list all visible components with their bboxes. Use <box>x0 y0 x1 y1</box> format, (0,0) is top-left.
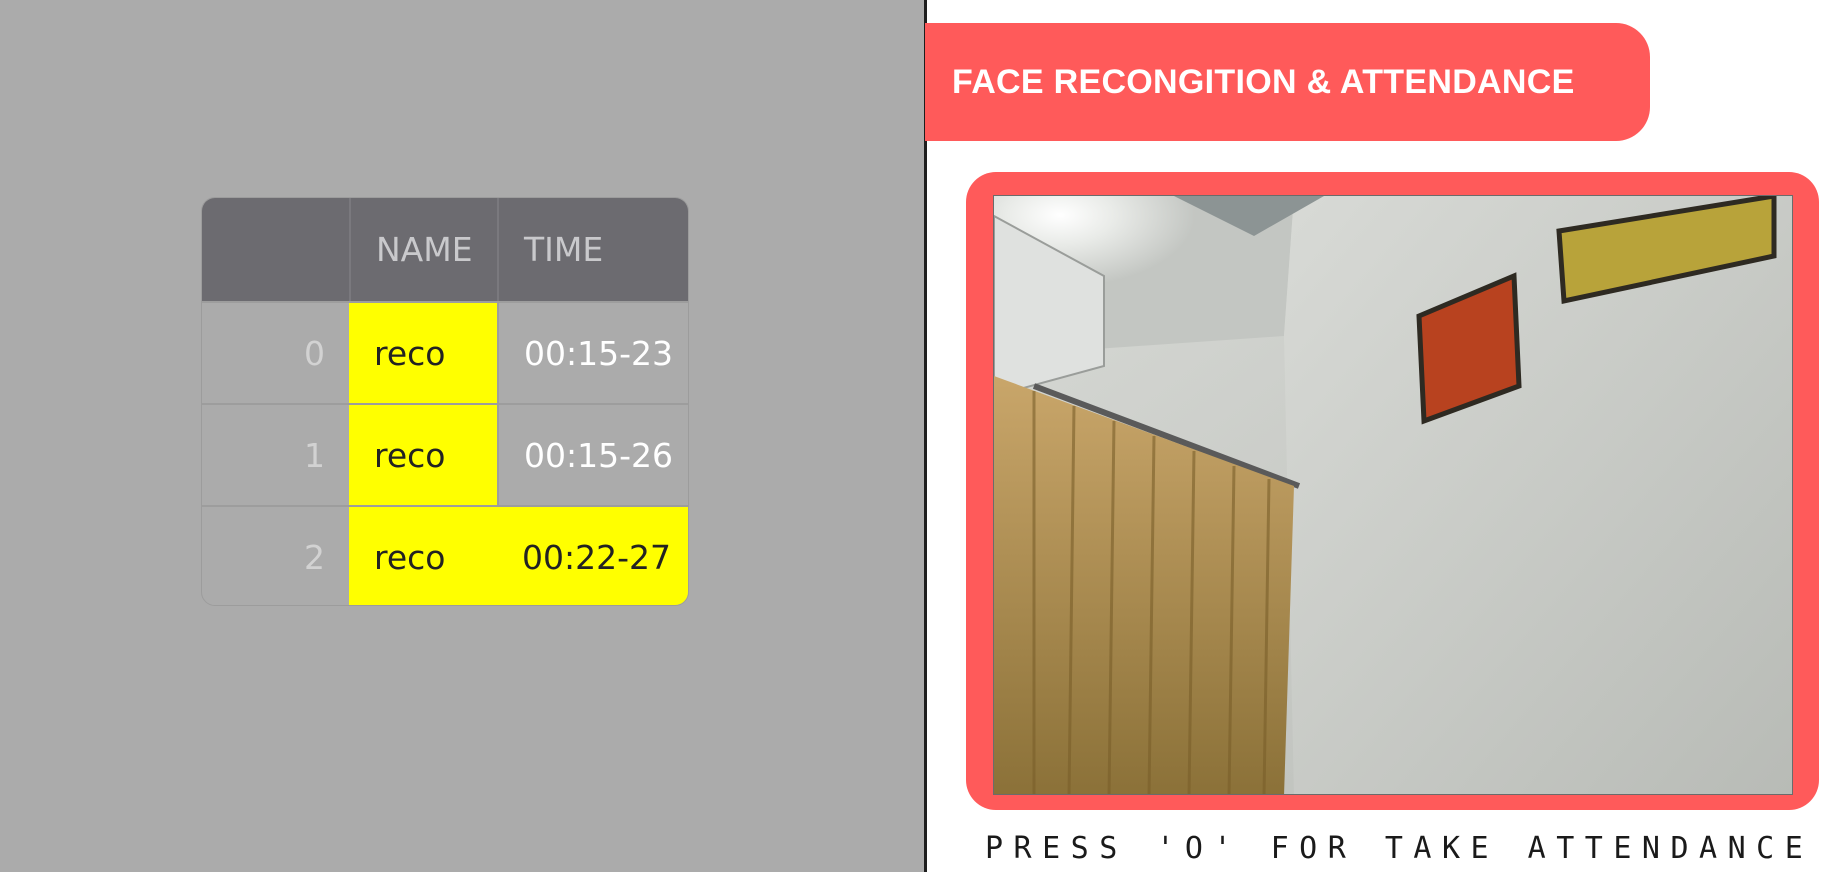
column-header-name: NAME <box>349 198 497 301</box>
column-header-time: TIME <box>497 198 688 301</box>
row-index: 1 <box>304 435 325 475</box>
webcam-image <box>994 196 1792 794</box>
row-name: reco <box>349 405 497 505</box>
page-title: FACE RECONGITION & ATTENDANCE <box>952 62 1575 101</box>
table-row: 0 reco 00:15-23 <box>202 301 688 403</box>
row-index: 2 <box>304 537 325 577</box>
row-time: 00:15-26 <box>497 405 688 505</box>
table-row: 1 reco 00:15-26 <box>202 403 688 505</box>
attendance-panel: NAME TIME 0 reco 00:15-23 1 reco 00:15-2… <box>0 0 925 872</box>
row-name: reco <box>349 507 497 605</box>
column-header-index <box>202 198 349 301</box>
table-header-row: NAME TIME <box>202 198 688 301</box>
table-row: 2 reco 00:22-27 <box>202 505 688 605</box>
title-banner: FACE RECONGITION & ATTENDANCE <box>925 23 1650 141</box>
row-index: 0 <box>304 333 325 373</box>
attendance-table: NAME TIME 0 reco 00:15-23 1 reco 00:15-2… <box>201 197 689 606</box>
instruction-text: PRESS 'O' FOR TAKE ATTENDANCE <box>985 831 1814 866</box>
row-time: 00:22-27 <box>497 507 688 605</box>
row-name: reco <box>349 303 497 403</box>
webcam-feed <box>993 195 1793 795</box>
row-time: 00:15-23 <box>497 303 688 403</box>
